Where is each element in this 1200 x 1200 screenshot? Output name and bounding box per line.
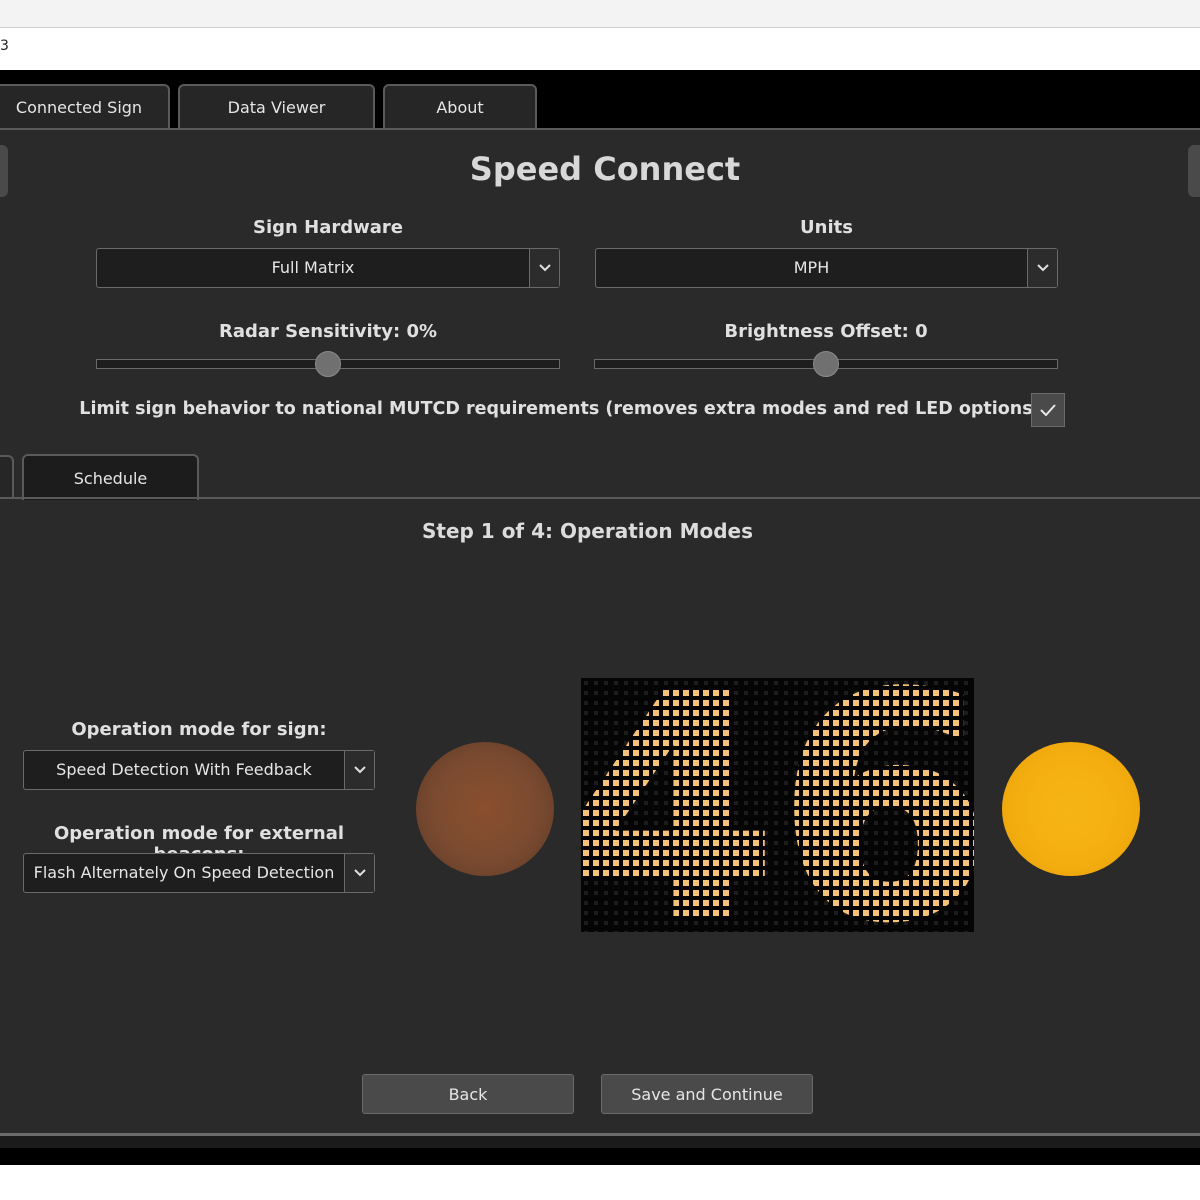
tab-about[interactable]: About [383,84,537,128]
operation-mode-sign-label: Operation mode for sign: [71,719,327,740]
check-icon [1040,404,1056,416]
left-beacon [416,742,554,876]
mutcd-label: Limit sign behavior to national MUTCD re… [79,399,1041,419]
brightness-offset-thumb[interactable] [813,351,839,377]
title-bar [0,28,1200,70]
operation-mode-beacons-value: Flash Alternately On Speed Detection [33,863,335,882]
bottom-frame [0,1148,1200,1165]
page-title: Speed Connect [469,150,741,188]
subtab-previous[interactable] [0,455,14,499]
save-continue-button[interactable]: Save and Continue [601,1074,813,1114]
right-beacon [1002,742,1140,876]
radar-sensitivity-label: Radar Sensitivity: 0% [218,321,438,342]
operation-mode-sign-dropdown[interactable]: Speed Detection With Feedback [23,750,375,790]
sign-hardware-value: Full Matrix [271,258,355,277]
units-label: Units [800,217,853,238]
save-continue-label: Save and Continue [631,1084,783,1104]
subtab-divider [0,497,1200,499]
tab-label: About [436,97,484,117]
units-dropdown[interactable]: MPH [595,248,1058,288]
back-button-label: Back [448,1084,488,1104]
units-value: MPH [793,258,830,277]
subtab-label: Schedule [73,468,148,488]
led-matrix: 46 [581,678,974,932]
mutcd-checkbox[interactable] [1031,393,1065,427]
chevron-down-icon [344,751,374,789]
subtab-schedule[interactable]: Schedule [22,454,199,500]
sign-hardware-dropdown[interactable]: Full Matrix [96,248,560,288]
bottom-bar [0,1136,1200,1148]
chevron-down-icon [529,249,559,287]
tab-connected-sign[interactable]: Connected Sign [0,84,170,128]
tab-label: Data Viewer [227,97,326,117]
chevron-down-icon [1027,249,1057,287]
tab-label: Connected Sign [15,97,143,117]
step-title: Step 1 of 4: Operation Modes [422,519,753,543]
top-strip [0,0,1200,28]
operation-mode-beacons-dropdown[interactable]: Flash Alternately On Speed Detection [23,853,375,893]
led-sign-preview: 46 [581,678,974,932]
sign-hardware-label: Sign Hardware [253,217,403,238]
tab-data-viewer[interactable]: Data Viewer [178,84,375,128]
brightness-offset-label: Brightness Offset: 0 [724,321,928,342]
radar-sensitivity-thumb[interactable] [315,351,341,377]
window-title: 3 [0,38,9,54]
operation-mode-sign-value: Speed Detection With Feedback [56,760,312,779]
chevron-down-icon [344,854,374,892]
back-button[interactable]: Back [362,1074,574,1114]
